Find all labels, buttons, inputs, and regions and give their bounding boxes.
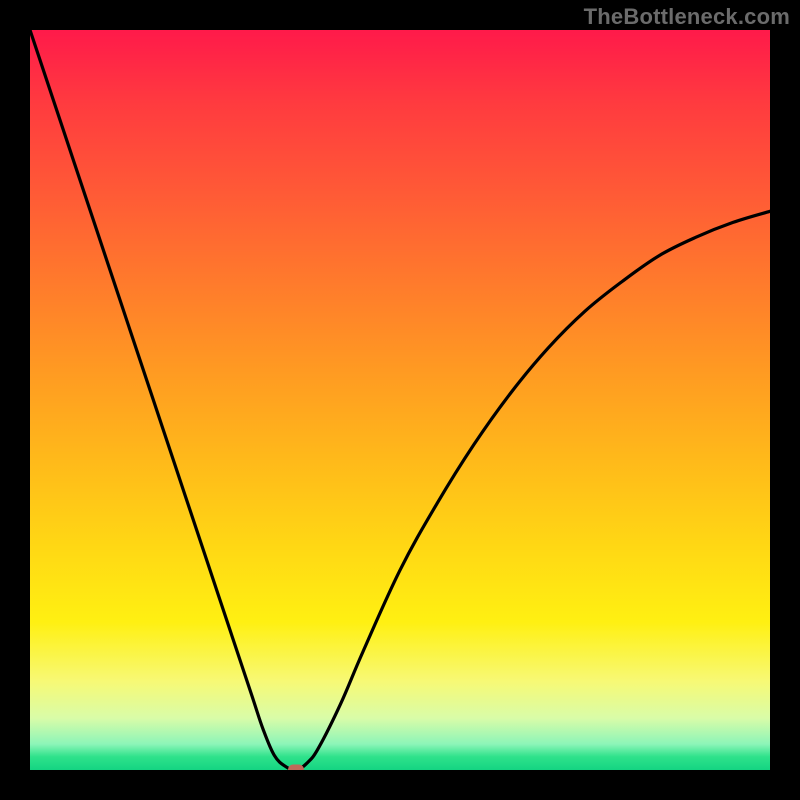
chart-frame: TheBottleneck.com xyxy=(0,0,800,800)
plot-area xyxy=(30,30,770,770)
watermark-text: TheBottleneck.com xyxy=(584,4,790,30)
optimal-point-marker xyxy=(288,765,304,771)
bottleneck-curve xyxy=(30,30,770,770)
